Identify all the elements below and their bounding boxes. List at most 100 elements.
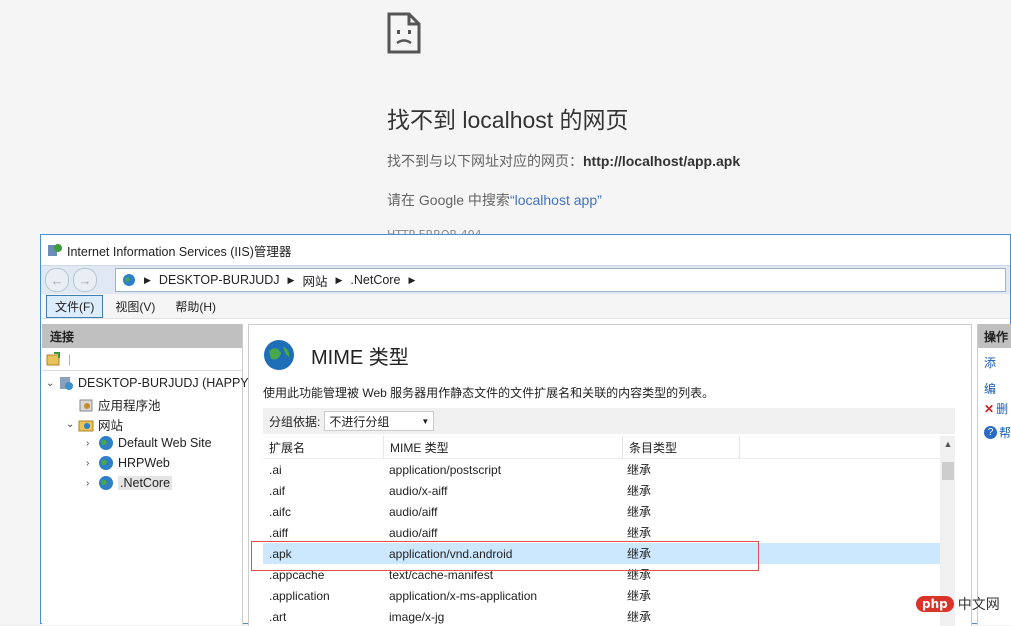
breadcrumb-separator-icon: ▶	[408, 274, 416, 285]
breadcrumb-separator-icon: ▶	[144, 274, 151, 285]
error-search-suggestion: 请在 Google 中搜索“localhost app”	[387, 192, 602, 208]
actions-pane: 操作 添 编 ✕ 删 ? 帮	[977, 324, 1011, 625]
breadcrumb[interactable]: ▶ DESKTOP-BURJUDJ ▶ 网站 ▶ .NetCore ▶	[115, 268, 1006, 292]
cell-entry-type: 继承	[627, 463, 652, 477]
app-pool-icon	[79, 399, 93, 411]
tree-node-server[interactable]: ⌄ DESKTOP-BURJUDJ (HAPPY	[46, 375, 249, 391]
table-row[interactable]: .aifc audio/aiff 继承	[263, 501, 955, 522]
cell-mime-type: audio/aiff	[389, 504, 438, 519]
actions-header: 操作	[978, 324, 1011, 348]
cell-extension: .art	[269, 609, 287, 624]
cell-extension: .aifc	[269, 504, 292, 519]
back-button[interactable]: ←	[45, 268, 69, 292]
cell-mime-type: image/x-jg	[389, 609, 445, 624]
table-row[interactable]: .application application/x-ms-application…	[263, 585, 955, 606]
window-title: Internet Information Services (IIS)管理器	[67, 244, 292, 259]
delete-icon: ✕	[984, 401, 995, 416]
globe-icon	[123, 274, 135, 286]
cell-entry-type: 继承	[627, 484, 652, 498]
grid-header: 扩展名 ^ MIME 类型 条目类型	[263, 436, 955, 459]
cell-extension: .ai	[269, 462, 282, 477]
cell-extension: .application	[269, 588, 330, 603]
mime-types-grid: 扩展名 ^ MIME 类型 条目类型 .ai application/postscr…	[263, 436, 955, 626]
cell-mime-type: application/x-ms-application	[389, 588, 538, 603]
cell-entry-type: 继承	[627, 526, 652, 540]
breadcrumb-item-server[interactable]: DESKTOP-BURJUDJ	[159, 273, 280, 287]
menu-help[interactable]: 帮助(H)	[167, 296, 224, 317]
toolbar-divider: |	[68, 352, 72, 366]
dropdown-arrow-icon: ▼	[421, 416, 430, 426]
action-remove[interactable]: ✕ 删	[984, 400, 1008, 417]
column-header-entry-type[interactable]: 条目类型	[623, 436, 740, 458]
sort-ascending-icon: ^	[315, 436, 320, 441]
cell-mime-type: application/postscript	[389, 462, 502, 477]
cell-entry-type: 继承	[627, 589, 652, 603]
menu-bar: 文件(F) 视图(V) 帮助(H)	[41, 294, 1010, 319]
action-help[interactable]: ? 帮	[984, 424, 1011, 441]
globe-icon	[264, 340, 294, 370]
tree-node-netcore[interactable]: › .NetCore	[86, 475, 173, 491]
tree-node-hrpweb[interactable]: › HRPWeb	[86, 455, 170, 471]
tree-node-app-pools[interactable]: 应用程序池	[66, 395, 161, 414]
breadcrumb-separator-icon: ▶	[287, 274, 295, 285]
watermark: php 中文网	[916, 594, 1000, 614]
breadcrumb-item-sites[interactable]: 网站	[302, 271, 327, 290]
cell-mime-type: audio/aiff	[389, 525, 438, 540]
breadcrumb-separator-icon: ▶	[335, 274, 343, 285]
globe-icon	[99, 456, 113, 470]
forward-button[interactable]: →	[73, 268, 97, 292]
highlight-annotation-box	[251, 541, 759, 571]
globe-icon	[99, 436, 113, 450]
connections-pane: 连接 | ⌄ DESKTOP-BURJUDJ (HAPPY 应用程序池 ⌄ 网站	[42, 324, 249, 625]
scrollbar-thumb[interactable]	[942, 462, 954, 480]
menu-view[interactable]: 视图(V)	[107, 296, 163, 317]
feature-title: MIME 类型	[311, 346, 409, 369]
cell-extension: .aiff	[269, 525, 289, 540]
group-by-select[interactable]: 不进行分组 ▼	[324, 411, 435, 431]
connections-toolbar: |	[42, 348, 242, 371]
collapse-icon[interactable]: ⌄	[46, 378, 58, 389]
column-header-mime[interactable]: MIME 类型	[384, 436, 623, 458]
globe-icon	[99, 476, 113, 490]
address-bar: ← → ▶ DESKTOP-BURJUDJ ▶ 网站 ▶ .NetCore ▶	[41, 265, 1010, 294]
cell-entry-type: 继承	[627, 610, 652, 624]
tree-node-default-web-site[interactable]: › Default Web Site	[86, 435, 212, 451]
table-row[interactable]: .art image/x-jg 继承	[263, 606, 955, 626]
error-message: 找不到与以下网址对应的网页：http://localhost/app.apk	[387, 153, 741, 169]
sad-file-icon	[387, 12, 421, 54]
group-by-label: 分组依据:	[269, 414, 321, 429]
folder-globe-icon	[78, 420, 94, 431]
collapse-icon[interactable]: ⌄	[66, 419, 78, 430]
watermark-text: 中文网	[957, 597, 1000, 613]
error-title: 找不到 localhost 的网页	[387, 107, 629, 133]
table-row[interactable]: .aif audio/x-aiff 继承	[263, 480, 955, 501]
title-bar: Internet Information Services (IIS)管理器	[41, 235, 1010, 265]
server-icon	[60, 377, 73, 390]
iis-app-icon	[48, 244, 62, 256]
connections-header: 连接	[42, 324, 242, 348]
connect-icon[interactable]	[46, 351, 62, 367]
search-link[interactable]: “localhost app”	[510, 192, 602, 208]
cell-mime-type: audio/x-aiff	[389, 483, 448, 498]
action-edit[interactable]: 编	[984, 380, 996, 397]
breadcrumb-item-site[interactable]: .NetCore	[350, 273, 400, 287]
action-add[interactable]: 添	[984, 354, 996, 371]
cell-entry-type: 继承	[627, 505, 652, 519]
menu-file[interactable]: 文件(F)	[46, 294, 104, 318]
tree-node-sites[interactable]: ⌄ 网站	[66, 415, 123, 434]
expand-icon[interactable]: ›	[86, 438, 98, 449]
feature-description: 使用此功能管理被 Web 服务器用作静态文件的文件扩展名和关联的内容类型的列表。	[263, 386, 715, 400]
help-icon: ?	[984, 426, 997, 439]
cell-extension: .aif	[269, 483, 286, 498]
column-header-extension[interactable]: 扩展名 ^	[263, 436, 384, 458]
table-row[interactable]: .aiff audio/aiff 继承	[263, 522, 955, 543]
feature-header: MIME 类型	[263, 339, 409, 371]
expand-icon[interactable]: ›	[86, 458, 98, 469]
watermark-badge: php	[916, 596, 954, 612]
error-url: http://localhost/app.apk	[583, 153, 741, 169]
group-by-bar: 分组依据: 不进行分组 ▼	[263, 408, 955, 434]
scroll-up-icon[interactable]: ▲	[940, 436, 955, 452]
feature-view-pane: MIME 类型 使用此功能管理被 Web 服务器用作静态文件的文件扩展名和关联的…	[248, 324, 972, 626]
table-row[interactable]: .ai application/postscript 继承	[263, 459, 955, 480]
expand-icon[interactable]: ›	[86, 478, 98, 489]
